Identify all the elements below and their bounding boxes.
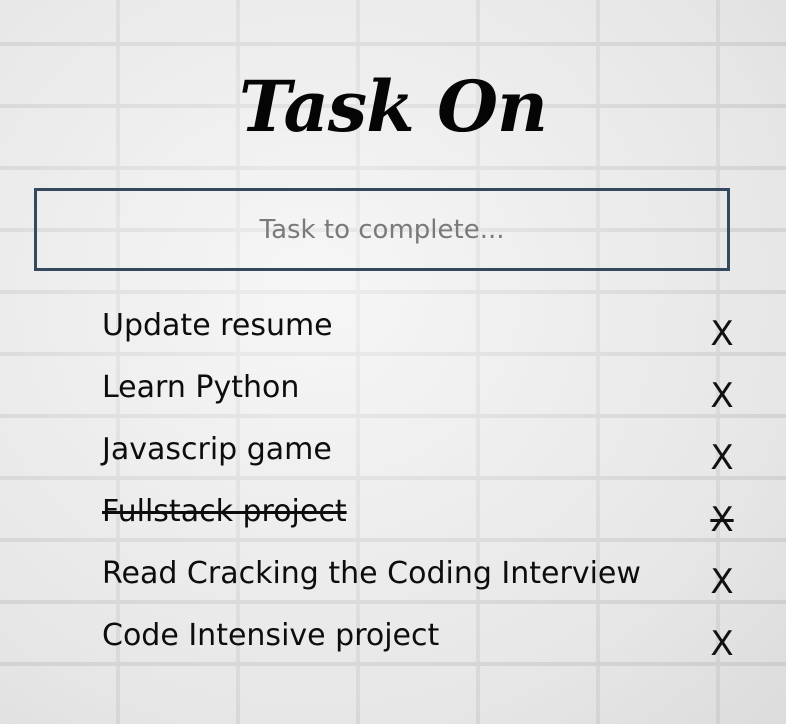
task-label[interactable]: Code Intensive project <box>102 616 439 656</box>
task-label[interactable]: Javascrip game <box>102 430 332 470</box>
delete-task-button[interactable]: X <box>706 438 738 478</box>
task-list: Update resume X Learn Python X Javascrip… <box>102 300 762 672</box>
delete-task-button[interactable]: X <box>706 314 738 354</box>
task-item: Code Intensive project X <box>102 610 762 672</box>
task-item: Read Cracking the Coding Interview X <box>102 548 762 610</box>
delete-task-button[interactable]: X <box>706 562 738 602</box>
task-label[interactable]: Fullstack project <box>102 492 347 532</box>
task-label[interactable]: Learn Python <box>102 368 299 408</box>
delete-task-button[interactable]: X <box>706 376 738 416</box>
task-item: Fullstack project X <box>102 486 762 548</box>
app-title: Task On <box>239 64 548 148</box>
delete-task-button[interactable]: X <box>706 500 738 540</box>
task-item: Update resume X <box>102 300 762 362</box>
task-label[interactable]: Update resume <box>102 306 333 346</box>
new-task-input[interactable] <box>34 188 730 271</box>
task-label[interactable]: Read Cracking the Coding Interview <box>102 554 641 594</box>
delete-task-button[interactable]: X <box>706 624 738 664</box>
task-item: Learn Python X <box>102 362 762 424</box>
task-item: Javascrip game X <box>102 424 762 486</box>
